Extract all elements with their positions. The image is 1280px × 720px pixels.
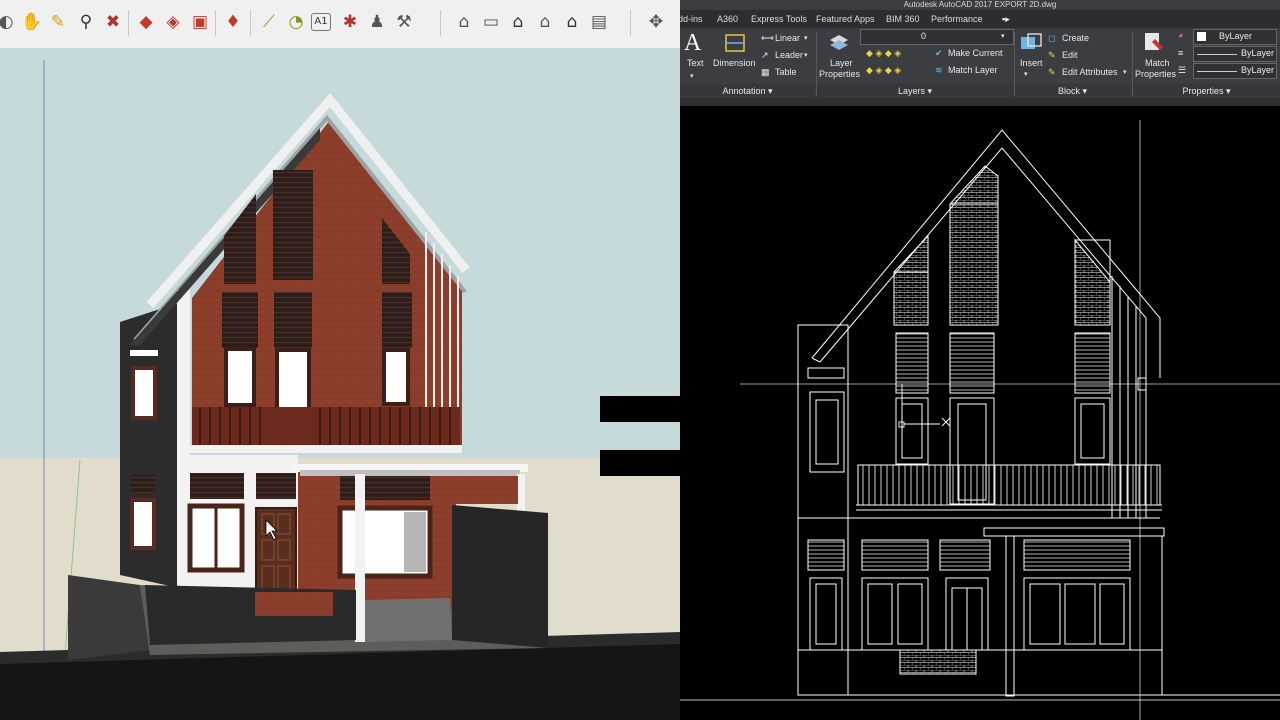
walk-icon[interactable]: ♟	[365, 10, 389, 34]
linear-icon[interactable]: ⟷	[761, 33, 774, 44]
move-icon[interactable]: ✥	[644, 10, 668, 34]
layer-tool-icon[interactable]: ◆ ◈ ◆ ◈	[866, 48, 901, 59]
front-view-icon[interactable]: ⌂	[506, 10, 530, 34]
linetype-dropdown[interactable]: ByLayer	[1193, 63, 1277, 79]
section-plane-icon[interactable]: ◆	[134, 10, 158, 34]
insert-block-icon[interactable]	[1019, 32, 1043, 54]
sketchup-3d-viewport[interactable]	[0, 48, 680, 720]
autocad-window: Autodesk AutoCAD 2017 EXPORT 2D.dwg dd-i…	[680, 0, 1280, 720]
block-panel-label[interactable]: Block ▾	[1015, 84, 1130, 98]
text-icon[interactable]: A	[684, 30, 701, 56]
chevron-down-icon[interactable]: ▾	[1024, 69, 1028, 80]
protractor-icon[interactable]: ✎	[46, 10, 70, 34]
right-view-icon[interactable]: ⌂	[533, 10, 557, 34]
chevron-down-icon[interactable]: ▾	[804, 50, 808, 61]
tab-featured-apps[interactable]: Featured Apps	[816, 10, 875, 28]
chevron-down-icon[interactable]: ▾	[804, 33, 808, 44]
lineweight-value: ByLayer	[1241, 48, 1275, 58]
table-icon[interactable]: ▦	[761, 67, 770, 78]
position-camera-icon[interactable]: ⚒	[392, 10, 416, 34]
video-icon[interactable]: ▪▸	[1002, 10, 1010, 28]
protractor-angle-icon[interactable]: ◔	[284, 10, 308, 34]
chevron-down-icon: ▾	[1001, 33, 1005, 40]
zoom-extents-icon[interactable]: ✖	[101, 10, 125, 34]
edit-attributes-icon[interactable]: ✎	[1048, 67, 1056, 78]
text-button-label[interactable]: Text	[687, 58, 704, 69]
color-swatch	[1197, 32, 1206, 41]
color-value: ByLayer	[1219, 31, 1253, 41]
back-view-icon[interactable]: ⌂	[560, 10, 584, 34]
layer-dropdown[interactable]: 0 ▾	[860, 29, 1014, 45]
layer-tool-icon[interactable]: ◆ ◈ ◆ ◈	[866, 65, 901, 76]
properties-panel-label[interactable]: Properties ▾	[1133, 84, 1280, 98]
layer-properties-label[interactable]: Layer	[830, 58, 853, 69]
layer-properties-label2[interactable]: Properties	[819, 69, 860, 80]
iso-view-icon[interactable]: ⌂	[452, 10, 476, 34]
match-layer-icon[interactable]: ≋	[935, 65, 943, 76]
ruby-gem-icon[interactable]: ♦	[221, 10, 245, 34]
dimension-button-label[interactable]: Dimension	[713, 58, 756, 69]
linetype-icon[interactable]: ☰	[1178, 65, 1186, 76]
match-layer-button[interactable]: Match Layer	[948, 65, 998, 76]
create-block-icon[interactable]: ◻	[1048, 33, 1055, 44]
match-properties-label2[interactable]: Properties	[1135, 69, 1176, 80]
insert-button-label[interactable]: Insert	[1020, 58, 1043, 69]
pan-hand-icon[interactable]: ✋	[20, 10, 44, 34]
sketchup-toolbar: ◐ ✋ ✎ ⚲ ✖ ◆ ◈ ▣ ♦ ⟋ ◔ A1 ✱ ♟ ⚒ ⌂ ▭ ⌂ ⌂ ⌂…	[0, 0, 680, 49]
edit-block-icon[interactable]: ✎	[1048, 50, 1056, 61]
ribbon: A Text ▾ Dimension ⟷ Linear ▾ ↗ Leader ▾…	[680, 28, 1280, 99]
drawing-canvas[interactable]	[680, 106, 1280, 720]
edit-block-button[interactable]: Edit	[1062, 50, 1078, 61]
chevron-down-icon[interactable]: ▾	[690, 71, 694, 82]
leader-icon[interactable]: ↗	[761, 50, 769, 61]
tab-performance[interactable]: Performance	[931, 10, 983, 28]
current-layer-value: 0	[921, 31, 927, 41]
match-properties-label[interactable]: Match	[1145, 58, 1170, 69]
layer-properties-icon[interactable]	[828, 32, 850, 54]
create-block-button[interactable]: Create	[1062, 33, 1089, 44]
layers-panel-label[interactable]: Layers ▾	[817, 84, 1013, 98]
dimension-icon[interactable]	[723, 32, 747, 54]
match-properties-icon[interactable]	[1143, 31, 1165, 53]
make-current-button[interactable]: Make Current	[948, 48, 1003, 59]
section-fill-icon[interactable]: ▣	[188, 10, 212, 34]
make-current-icon[interactable]: ✔	[935, 48, 943, 59]
axes-icon[interactable]: ✱	[338, 10, 362, 34]
window-title: Autodesk AutoCAD 2017 EXPORT 2D.dwg	[680, 0, 1280, 10]
ribbon-tabs: dd-ins A360 Express Tools Featured Apps …	[680, 10, 1280, 28]
sketchup-window: ◐ ✋ ✎ ⚲ ✖ ◆ ◈ ▣ ♦ ⟋ ◔ A1 ✱ ♟ ⚒ ⌂ ▭ ⌂ ⌂ ⌂…	[0, 0, 680, 720]
chevron-down-icon[interactable]: ▾	[1123, 67, 1127, 78]
color-wheel-icon[interactable]: ◕	[1178, 30, 1183, 41]
lineweight-dropdown[interactable]: ByLayer	[1193, 46, 1277, 62]
color-dropdown[interactable]: ByLayer	[1193, 29, 1277, 45]
section-cut-icon[interactable]: ◈	[161, 10, 185, 34]
lineweight-icon[interactable]: ≡	[1178, 48, 1183, 59]
top-view-icon[interactable]: ▭	[479, 10, 503, 34]
annotation-panel-label[interactable]: Annotation ▾	[680, 84, 815, 98]
orbit-icon[interactable]: ◐	[0, 10, 18, 34]
edit-attributes-button[interactable]: Edit Attributes	[1062, 67, 1118, 78]
leader-button[interactable]: Leader	[775, 50, 803, 61]
tab-a360[interactable]: A360	[717, 10, 738, 28]
file-tab-strip	[680, 98, 1280, 106]
zoom-icon[interactable]: ⚲	[74, 10, 98, 34]
linetype-value: ByLayer	[1241, 65, 1275, 75]
tab-bim360[interactable]: BIM 360	[886, 10, 920, 28]
text-label-icon[interactable]: A1	[311, 13, 331, 31]
linear-button[interactable]: Linear	[775, 33, 800, 44]
table-button[interactable]: Table	[775, 67, 797, 78]
tab-addins[interactable]: dd-ins	[680, 10, 703, 28]
tape-measure-icon[interactable]: ⟋	[257, 10, 281, 34]
tab-express-tools[interactable]: Express Tools	[751, 10, 807, 28]
left-view-icon[interactable]: ▤	[587, 10, 611, 34]
